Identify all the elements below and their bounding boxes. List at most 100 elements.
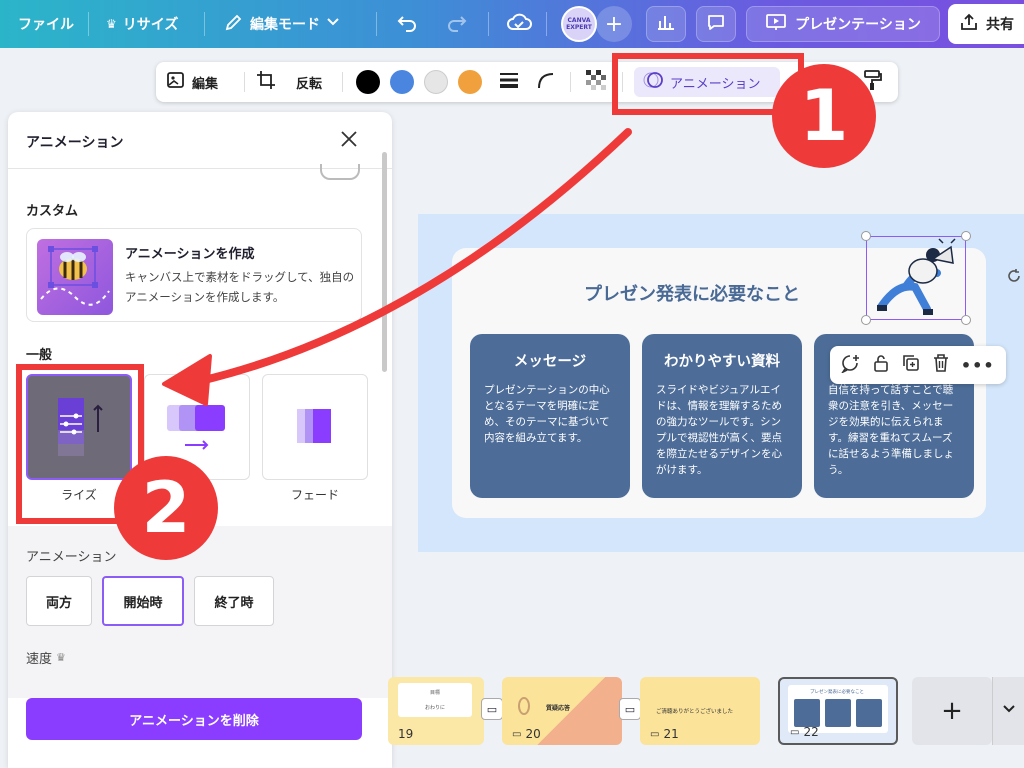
- edit-image-button[interactable]: 編集: [166, 62, 218, 102]
- create-animation-card[interactable]: アニメーションを作成 キャンバス上で素材をドラッグして、独自のアニメーションを作…: [26, 228, 362, 322]
- present-label: プレゼンテーション: [795, 17, 921, 33]
- thumbnail-card: [825, 699, 851, 727]
- toggle-switch[interactable]: [320, 164, 360, 180]
- line-weight-icon: [498, 70, 520, 94]
- redo-icon: [446, 11, 468, 37]
- resize-handle[interactable]: [861, 231, 871, 241]
- thumbnail-card: [856, 699, 882, 727]
- slide-number: ▭ 22: [790, 725, 819, 739]
- transition-icon[interactable]: ▭: [481, 698, 503, 720]
- cloud-save-button[interactable]: [506, 0, 532, 48]
- filmstrip-more-button[interactable]: [992, 677, 1024, 745]
- resize-handle[interactable]: [961, 231, 971, 241]
- create-animation-title: アニメーションを作成: [125, 247, 255, 262]
- transition-icon[interactable]: ▭: [619, 698, 641, 720]
- color-swatch-black[interactable]: [356, 70, 380, 94]
- mode-both-button[interactable]: 両方: [26, 576, 92, 626]
- duplicate-icon[interactable]: [901, 353, 921, 377]
- presenter-notes-icon: ▭: [790, 726, 800, 738]
- step-badge-text: 1: [799, 75, 849, 157]
- resize-handle[interactable]: [861, 315, 871, 325]
- divider: [570, 72, 571, 92]
- slide-thumbnail-22-active[interactable]: プレゼン発表に必要なこと ▭ 22: [778, 677, 898, 745]
- slide-thumbnail-21[interactable]: ご清聴ありがとうございました ▭ 21: [640, 677, 760, 745]
- present-button[interactable]: プレゼンテーション: [746, 6, 940, 42]
- color-swatch-blue[interactable]: [390, 70, 414, 94]
- fade-label: フェード: [290, 488, 339, 502]
- slide-title[interactable]: プレゼン発表に必要なこと: [584, 280, 800, 306]
- delete-animation-button[interactable]: アニメーションを削除: [26, 698, 362, 740]
- flip-button[interactable]: 反転: [296, 62, 322, 102]
- step-badge-2: 2: [114, 456, 218, 560]
- mode-on-exit-button[interactable]: 終了時: [194, 576, 274, 626]
- chevron-down-icon: [1002, 702, 1016, 720]
- thumbnail-caption: プレゼン発表に必要なこと: [810, 690, 864, 695]
- bee-animation-thumbnail: [37, 239, 113, 315]
- scrollbar[interactable]: [382, 152, 387, 372]
- info-card-text: スライドやビジュアルエイドは、情報を理解するための強力なツールです。シンプルで視…: [656, 384, 782, 476]
- info-card-text: 自信を持って話すことで聴衆の注意を引き、メッセージを効果的に伝えられます。練習を…: [828, 384, 954, 476]
- close-button[interactable]: [338, 130, 360, 152]
- upload-icon: [960, 13, 978, 35]
- undo-button[interactable]: [396, 0, 418, 48]
- transparency-icon: [586, 70, 606, 94]
- slide-thumbnail-19[interactable]: 目標 おわりに 19: [388, 677, 484, 745]
- border-style-button[interactable]: [498, 62, 520, 102]
- chevron-down-icon: [326, 15, 340, 33]
- redo-button[interactable]: [446, 0, 468, 48]
- step-badge-1: 1: [772, 64, 876, 168]
- megaphone-person-illustration: [877, 238, 956, 315]
- more-options-icon[interactable]: •••: [961, 356, 995, 375]
- corner-radius-icon: [536, 70, 556, 94]
- selected-illustration[interactable]: [866, 236, 966, 320]
- top-bar: ファイル ♛ リサイズ 編集モード CANVA EXPERT + プレゼンテーシ…: [0, 0, 1024, 48]
- slide-number-text: 21: [663, 727, 679, 741]
- fade-animation-tile[interactable]: [262, 374, 368, 480]
- share-label: 共有: [986, 17, 1014, 33]
- divider: [204, 12, 205, 36]
- corner-rounding-button[interactable]: [536, 62, 556, 102]
- add-comment-icon[interactable]: [841, 353, 861, 377]
- step-badge-text: 2: [141, 467, 191, 549]
- info-card-message[interactable]: メッセージ プレゼンテーションの中心となるテーマを明確に定め、そのテーマに基づい…: [470, 334, 630, 498]
- slide-number-text: 20: [525, 727, 541, 741]
- mic-icon: [518, 697, 530, 715]
- divider: [546, 12, 547, 36]
- info-card-text: プレゼンテーションの中心となるテーマを明確に定め、そのテーマに基づいて内容を組み…: [484, 384, 610, 444]
- info-card-heading: メッセージ: [513, 354, 587, 370]
- avatar[interactable]: CANVA EXPERT: [561, 6, 597, 42]
- rotate-icon[interactable]: [1006, 268, 1022, 288]
- slide-number-text: 22: [803, 725, 819, 739]
- slide-thumbnail-20[interactable]: 質疑応答 ▭ 20: [502, 677, 622, 745]
- comment-button[interactable]: [696, 6, 736, 42]
- share-button[interactable]: 共有: [948, 4, 1024, 44]
- color-swatch-orange[interactable]: [458, 70, 482, 94]
- add-collaborator-button[interactable]: +: [596, 6, 632, 42]
- divider: [488, 12, 489, 36]
- animation-mode-heading: アニメーション: [26, 550, 117, 565]
- general-section-heading: 一般: [26, 348, 53, 363]
- crop-button[interactable]: [256, 62, 276, 102]
- add-slide-button[interactable]: +: [912, 677, 992, 745]
- resize-button[interactable]: ♛ リサイズ: [106, 0, 178, 48]
- resize-handle[interactable]: [961, 315, 971, 325]
- lock-icon[interactable]: [872, 353, 890, 377]
- mode-on-enter-button[interactable]: 開始時: [102, 576, 184, 626]
- close-icon: [340, 129, 358, 153]
- edit-mode-dropdown[interactable]: 編集モード: [224, 0, 340, 48]
- slide-number: 19: [398, 727, 413, 741]
- divider: [376, 12, 377, 36]
- info-card-materials[interactable]: わかりやすい資料 スライドやビジュアルエイドは、情報を理解するための強力なツール…: [642, 334, 802, 498]
- custom-section-heading: カスタム: [26, 204, 79, 219]
- pencil-icon: [224, 12, 244, 36]
- file-menu[interactable]: ファイル: [18, 0, 74, 48]
- trash-icon[interactable]: [932, 353, 950, 377]
- transparency-button[interactable]: [586, 62, 606, 102]
- insights-button[interactable]: [646, 6, 686, 42]
- file-menu-label: ファイル: [18, 17, 74, 33]
- slide-number: ▭ 20: [512, 727, 541, 741]
- plus-icon: +: [941, 696, 963, 726]
- bar-chart-icon: [656, 12, 676, 36]
- color-swatch-light-gray[interactable]: [424, 70, 448, 94]
- image-edit-icon: [166, 70, 186, 94]
